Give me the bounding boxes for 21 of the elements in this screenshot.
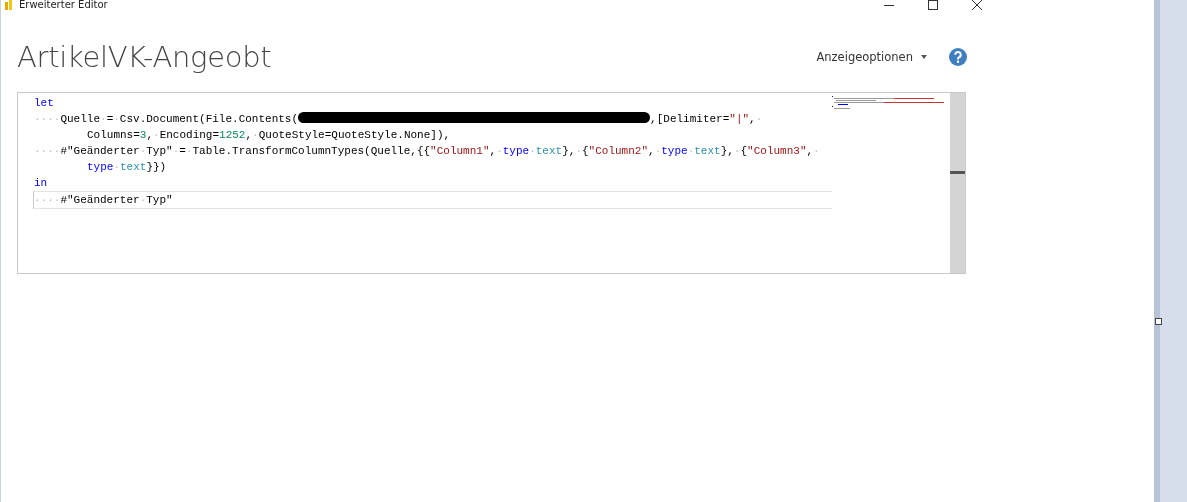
resize-handle[interactable]: [1155, 318, 1162, 325]
code-line: ····#"Geänderter·Typ": [33, 191, 832, 209]
help-icon[interactable]: [949, 48, 967, 66]
code-line: Columns=3,·Encoding=1252,·QuoteStyle=QuoteStyle.None]),: [86, 128, 452, 143]
code-line: let: [34, 96, 55, 111]
query-title: ArtikelVK-Angeobt: [17, 40, 273, 74]
display-options-dropdown[interactable]: Anzeigeoptionen: [816, 50, 927, 64]
app-icon: [5, 0, 13, 10]
code-line: ····Quelle·=·Csv.Document(File.Contents( ,[Delimiter="|",·: [34, 111, 764, 127]
maximize-button[interactable]: [926, 0, 940, 10]
scrollbar[interactable]: [950, 93, 965, 273]
close-button[interactable]: [970, 0, 984, 10]
close-icon: [972, 0, 982, 10]
code-editor[interactable]: [17, 92, 966, 274]
caret-icon: [921, 55, 927, 59]
maximize-icon: [928, 0, 938, 10]
code-line: in: [34, 176, 49, 191]
minimize-icon: [884, 4, 894, 6]
code-line: ····#"Geänderter·Typ"·=·Table.TransformColumnTypes(Quelle,{{"Column1",·type·text},·{"Column2",·type·text},·{"Column3",·: [34, 144, 821, 159]
code-line: type·text}}): [86, 160, 168, 175]
window-title: Erweiterter Editor: [19, 0, 109, 10]
